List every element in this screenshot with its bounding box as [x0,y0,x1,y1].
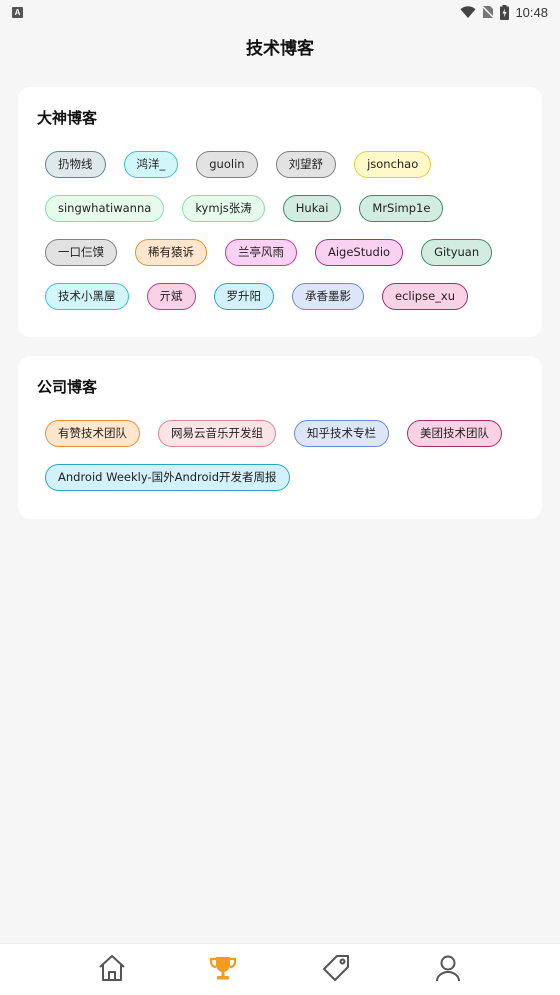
tag-list: 有赞技术团队 网易云音乐开发组 知乎技术专栏 美团技术团队 Android Weekly… [45,420,522,491]
section-title: 大神博客 [37,109,98,127]
tag-chip[interactable]: 刘望舒 [275,151,337,178]
tag-chip[interactable]: 美团技术团队 [407,420,502,447]
user-icon [436,955,460,982]
tag-chip[interactable]: jsonchao [354,151,432,178]
tag-chip[interactable]: eclipse_xu [382,283,468,310]
wifi-icon [460,5,476,18]
tab-home[interactable] [96,952,128,984]
page-title: 技术博客 [246,39,314,59]
bottom-tab-bar [0,943,560,995]
tag-chip[interactable]: 罗升阳 [213,283,274,310]
trophy-icon [209,957,237,980]
tag-chip[interactable]: 网易云音乐开发组 [158,420,276,447]
tab-tags[interactable] [320,952,352,984]
tag-chip[interactable]: 一口仨馍 [45,239,117,266]
tag-chip[interactable]: singwhatiwanna [45,195,165,222]
tag-chip[interactable]: 扔物线 [45,151,106,178]
section-card-company-blogs: 公司博客 有赞技术团队 网易云音乐开发组 知乎技术专栏 美团技术团队 Android W… [18,356,542,519]
section-card-expert-blogs: 大神博客 扔物线 鸿洋_ guolin 刘望舒 jsonchao singwhatiwan… [18,87,542,337]
tag-chip[interactable]: AigeStudio [315,239,404,266]
status-right: 10:48 [460,4,548,20]
tag-chip[interactable]: guolin [196,151,258,178]
battery-charging-icon [500,4,510,20]
tag-chip[interactable]: MrSimp1e [359,195,444,222]
tag-list: 扔物线 鸿洋_ guolin 刘望舒 jsonchao singwhatiwanna kym… [45,151,522,310]
tab-profile[interactable] [432,952,464,984]
tag-chip[interactable]: 稀有猿诉 [135,239,207,266]
tag-chip[interactable]: 有赞技术团队 [45,420,140,447]
tag-chip[interactable]: 技术小黑屋 [45,283,129,310]
home-icon [99,955,125,981]
tag-chip[interactable]: Gityuan [421,239,493,266]
tag-chip[interactable]: Hukai [282,195,342,222]
tag-chip[interactable]: Android Weekly-国外Android开发者周报 [45,464,290,491]
no-sim-icon [482,5,495,19]
section-title: 公司博客 [37,378,98,396]
tag-chip[interactable]: 承香墨影 [292,283,364,310]
tag-chip[interactable]: 亓斌 [146,283,196,310]
notification-a-icon: A [12,6,23,18]
status-time: 10:48 [515,4,548,20]
tag-chip[interactable]: 鸿洋_ [123,151,179,178]
tag-chip[interactable]: 知乎技术专栏 [294,420,389,447]
tab-blogs[interactable] [207,952,239,984]
tag-chip[interactable]: kymjs张涛 [182,195,265,222]
tag-chip[interactable]: 兰亭风雨 [225,239,297,266]
status-bar: A 10:48 [0,0,560,24]
tag-icon [323,955,349,981]
